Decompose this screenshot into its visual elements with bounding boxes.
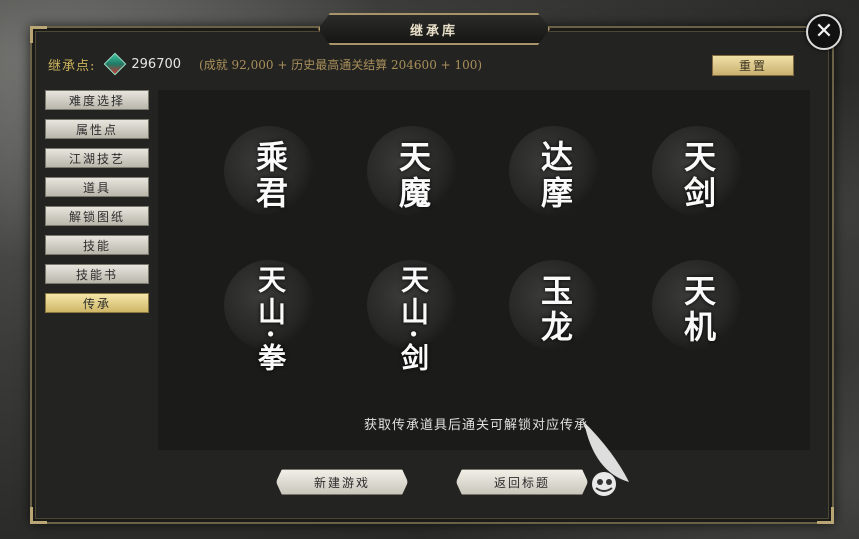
side-menu: 难度选择 属性点 江湖技艺 道具 解锁图纸 技能 技能书 传承 (45, 90, 149, 322)
points-value: 296700 (131, 56, 182, 72)
side-item-skill-books[interactable]: 技能书 (45, 264, 149, 284)
window-title: 继承库 (409, 23, 458, 39)
side-item-skills[interactable]: 技能 (45, 235, 149, 255)
points-label: 继承点: (48, 58, 96, 74)
side-item-attributes[interactable]: 属性点 (45, 119, 149, 139)
return-title-button[interactable]: 返回标题 (456, 469, 588, 495)
inheritance-name: 天山·拳 (254, 265, 287, 375)
inheritance-card[interactable]: 天山·拳 (210, 250, 330, 390)
unlock-hint: 获取传承道具后通关可解锁对应传承 (364, 418, 589, 433)
side-item-difficulty[interactable]: 难度选择 (45, 90, 149, 110)
close-x-icon: ✕ (814, 19, 834, 44)
inheritance-name: 天山·剑 (397, 265, 430, 375)
inheritance-points-row: 继承点: 296700 (成就 92,000 + 历史最高通关结算 204600… (48, 52, 483, 76)
reset-button[interactable]: 重置 (712, 55, 794, 76)
inheritance-card[interactable]: 乘君 (210, 116, 330, 236)
inheritance-name: 玉龙 (536, 274, 574, 346)
inheritance-name: 天机 (679, 274, 717, 346)
inheritance-card[interactable]: 天机 (638, 250, 758, 370)
inheritance-card[interactable]: 天剑 (638, 116, 758, 236)
side-item-inheritance[interactable]: 传承 (45, 293, 149, 313)
window-title-plate: 继承库 (318, 13, 550, 45)
corner-ornament (30, 26, 47, 43)
close-button[interactable]: ✕ (806, 14, 842, 50)
corner-ornament (817, 507, 834, 524)
inheritance-card[interactable]: 天山·剑 (353, 250, 473, 390)
inheritance-card[interactable]: 玉龙 (495, 250, 615, 370)
side-item-blueprints[interactable]: 解锁图纸 (45, 206, 149, 226)
gem-icon (104, 52, 127, 76)
side-item-jianghu-skills[interactable]: 江湖技艺 (45, 148, 149, 168)
new-game-button[interactable]: 新建游戏 (276, 469, 408, 495)
watermark-logo (584, 422, 629, 496)
inheritance-name: 天剑 (679, 140, 717, 212)
side-item-items[interactable]: 道具 (45, 177, 149, 197)
inheritance-name: 乘君 (251, 140, 289, 212)
inheritance-name: 天魔 (394, 140, 432, 212)
points-detail: (成就 92,000 + 历史最高通关结算 204600 + 100) (199, 57, 483, 72)
corner-ornament (30, 507, 47, 524)
inheritance-card[interactable]: 达摩 (495, 116, 615, 236)
inheritance-card[interactable]: 天魔 (353, 116, 473, 236)
inheritance-content: 乘君 天魔 达摩 天剑 天山·拳 天山·剑 玉龙 天机 (158, 90, 810, 450)
inheritance-name: 达摩 (536, 140, 574, 212)
